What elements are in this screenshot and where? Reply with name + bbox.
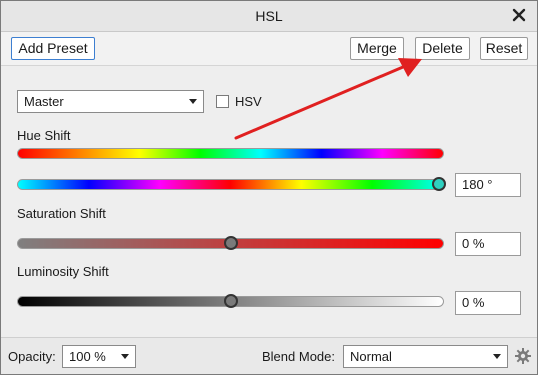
chevron-down-icon xyxy=(121,354,129,359)
opacity-dropdown[interactable]: 100 % xyxy=(62,345,136,368)
preset-toolbar: Add Preset Merge Delete Reset xyxy=(1,32,537,66)
close-icon[interactable] xyxy=(510,6,528,24)
luminosity-shift-value[interactable]: 0 % xyxy=(455,291,521,315)
gear-icon[interactable] xyxy=(515,348,531,364)
blend-mode-label: Blend Mode: xyxy=(262,349,335,364)
hsl-controls: Master HSV Hue Shift 180 ° Saturation Sh… xyxy=(1,67,537,337)
channel-dropdown[interactable]: Master xyxy=(17,90,204,113)
hsl-dialog: HSL Add Preset Merge Delete Reset Master… xyxy=(0,0,538,375)
title-bar: HSL xyxy=(1,1,537,32)
opacity-dropdown-value: 100 % xyxy=(69,349,106,364)
hue-spectrum-bar xyxy=(17,148,444,159)
dialog-title: HSL xyxy=(255,8,283,24)
opacity-label: Opacity: xyxy=(8,349,56,364)
channel-dropdown-value: Master xyxy=(24,94,64,109)
merge-button[interactable]: Merge xyxy=(350,37,404,60)
saturation-shift-value[interactable]: 0 % xyxy=(455,232,521,256)
chevron-down-icon xyxy=(189,99,197,104)
blend-mode-dropdown[interactable]: Normal xyxy=(343,345,508,368)
hsv-checkbox[interactable] xyxy=(216,95,229,108)
blend-mode-dropdown-value: Normal xyxy=(350,349,392,364)
chevron-down-icon xyxy=(493,354,501,359)
delete-button[interactable]: Delete xyxy=(415,37,470,60)
luminosity-shift-handle[interactable] xyxy=(223,294,238,308)
hue-shift-value[interactable]: 180 ° xyxy=(455,173,521,197)
hue-shift-slider[interactable] xyxy=(17,179,444,190)
hsv-label: HSV xyxy=(235,94,262,109)
hue-shift-label: Hue Shift xyxy=(17,128,71,143)
footer-bar: Opacity: 100 % Blend Mode: Normal xyxy=(1,337,537,374)
hue-shift-handle[interactable] xyxy=(432,177,446,191)
reset-button[interactable]: Reset xyxy=(480,37,528,60)
add-preset-button[interactable]: Add Preset xyxy=(11,37,95,60)
saturation-shift-label: Saturation Shift xyxy=(17,206,106,221)
saturation-shift-handle[interactable] xyxy=(223,236,238,250)
luminosity-shift-label: Luminosity Shift xyxy=(17,264,109,279)
